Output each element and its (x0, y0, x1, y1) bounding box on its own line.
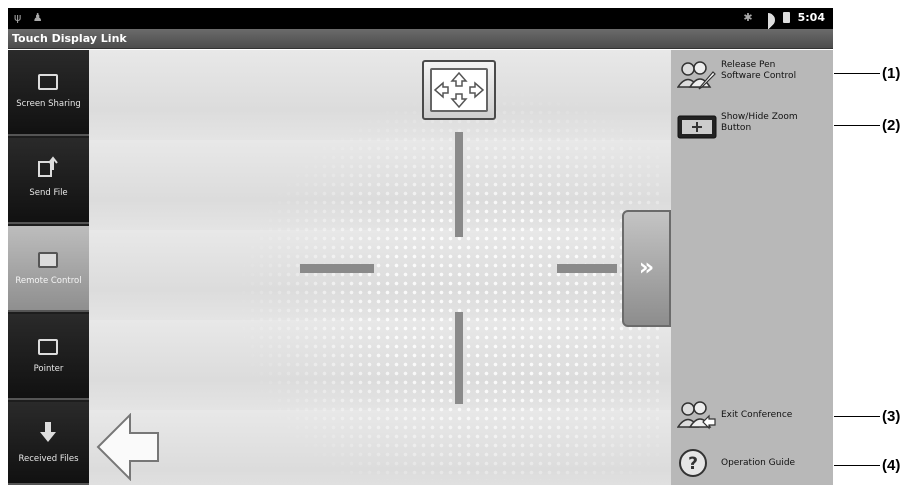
crosshair-right (557, 264, 617, 273)
menu-label: Received Files (18, 454, 79, 464)
menu-item-remote-control[interactable]: Remote Control (8, 226, 89, 312)
menu-item-received-files[interactable]: Received Files (8, 402, 89, 485)
question-icon: ? (679, 449, 707, 477)
callout-label-1: (1) (882, 65, 901, 82)
users-pen-icon (677, 61, 716, 90)
menu-label: Remote Control (15, 276, 82, 286)
exit-conference-button[interactable]: Exit Conference (671, 400, 833, 430)
dot-pattern (239, 90, 659, 480)
side-menu: Screen Sharing Send File Remote Control … (8, 50, 89, 485)
send-file-icon (38, 156, 58, 177)
release-pen-label-line2: Software Control (721, 71, 797, 81)
clock: 5:04 (797, 11, 825, 24)
crosshair-top (455, 132, 463, 237)
menu-label: Pointer (33, 364, 64, 374)
callout-label-4: (4) (882, 457, 901, 474)
show-hide-zoom-label-line2: Button (721, 123, 752, 133)
crosshair-bottom (455, 312, 463, 404)
menu-item-screen-sharing[interactable]: Screen Sharing (8, 50, 89, 136)
menu-label: Screen Sharing (16, 99, 81, 109)
exit-users-icon (677, 401, 716, 430)
expand-panel-button[interactable]: » (622, 210, 671, 327)
app-title: Touch Display Link (12, 32, 127, 45)
callout-line-2 (834, 125, 880, 126)
four-arrows-icon (433, 71, 485, 109)
menu-label: Send File (29, 188, 68, 198)
callout-line-1 (834, 73, 880, 74)
svg-text:?: ? (688, 454, 698, 474)
release-pen-label-line1: Release Pen (721, 60, 776, 70)
bluetooth-icon: ✱ (743, 11, 753, 24)
monitor-icon (38, 74, 58, 90)
release-pen-control-button[interactable]: Release Pen Software Control (671, 60, 833, 90)
operation-guide-button[interactable]: ? Operation Guide (671, 448, 833, 478)
operation-guide-label-line1: Operation Guide (721, 458, 796, 468)
show-hide-zoom-label-line1: Show/Hide Zoom (721, 112, 798, 122)
menu-item-pointer[interactable]: Pointer (8, 314, 89, 400)
callout-label-3: (3) (882, 408, 901, 425)
zoom-button-icon (677, 115, 717, 139)
exit-conference-label: Exit Conference (721, 400, 792, 421)
download-icon (40, 422, 56, 442)
callout-label-2: (2) (882, 117, 901, 134)
right-control-panel: Release Pen Software Control Show/Hide Z… (671, 50, 833, 485)
remote-touch-area[interactable]: » (89, 50, 671, 485)
zoom-icon (430, 68, 488, 112)
release-pen-label: Release Pen Software Control (721, 60, 796, 82)
crosshair-left (300, 264, 374, 273)
zoom-button[interactable] (422, 60, 496, 120)
remote-control-icon (38, 252, 58, 268)
callout-line-4 (834, 465, 880, 466)
show-hide-zoom-label: Show/Hide Zoom Button (721, 112, 798, 134)
menu-item-send-file[interactable]: Send File (8, 138, 89, 224)
battery-icon (782, 12, 790, 23)
app-title-bar: Touch Display Link (8, 29, 833, 49)
status-bar: ψ ♟ ✱ 5:04 (8, 8, 833, 29)
callout-line-3 (834, 416, 880, 417)
operation-guide-label: Operation Guide (721, 448, 795, 469)
usb-icon: ψ ♟ (14, 11, 47, 24)
wifi-icon (761, 13, 775, 23)
show-hide-zoom-button[interactable]: Show/Hide Zoom Button (671, 112, 833, 142)
exit-conference-label-line1: Exit Conference (721, 410, 793, 420)
back-arrow-button[interactable] (96, 413, 160, 481)
pointer-icon (38, 339, 58, 355)
status-icons: ✱ 5:04 (743, 11, 825, 24)
